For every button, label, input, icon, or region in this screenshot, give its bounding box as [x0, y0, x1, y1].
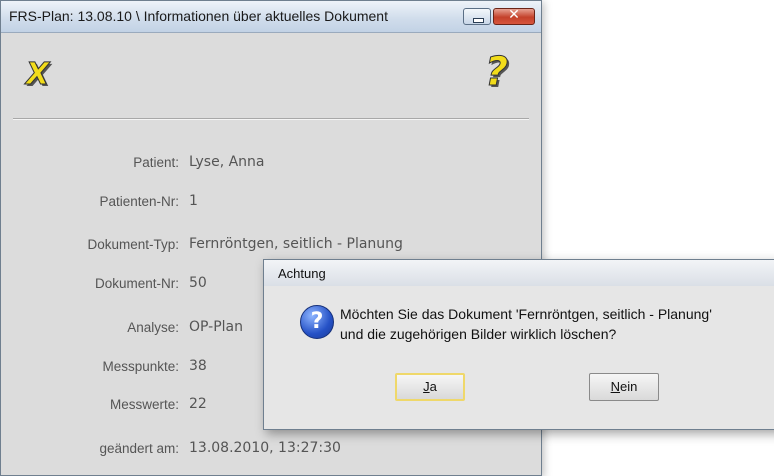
dokument-typ-value: Fernröntgen, seitlich - Planung — [189, 236, 403, 252]
analyse-value: OP-Plan — [189, 319, 243, 335]
dialog-message: Möchten Sie das Dokument 'Fernröntgen, s… — [340, 304, 774, 344]
dialog-title: Achtung — [278, 266, 326, 281]
close-icon: ✕ — [508, 7, 520, 23]
geaendert-value: 13.08.2010, 13:27:30 — [189, 440, 341, 456]
dialog-message-line2: und die zugehörigen Bilder wirklich lösc… — [340, 326, 617, 342]
dokument-nr-label: Dokument-Nr: — [94, 276, 179, 291]
close-x-icon[interactable]: X — [25, 57, 49, 93]
close-window-button[interactable]: ✕ — [493, 7, 535, 25]
no-mnemonic: N — [610, 379, 621, 394]
dialog-message-line1: Möchten Sie das Dokument 'Fernröntgen, s… — [340, 306, 712, 322]
dialog-title-bar[interactable]: Achtung — [264, 260, 774, 286]
title-bar[interactable]: FRS-Plan: 13.08.10 \ Informationen über … — [1, 1, 541, 33]
patient-nr-label: Patienten-Nr: — [99, 194, 179, 209]
patient-nr-value: 1 — [189, 193, 198, 209]
confirm-dialog: Achtung ? Möchten Sie das Dokument 'Fern… — [263, 259, 774, 430]
yes-label: a — [429, 379, 437, 394]
divider — [13, 118, 529, 120]
minimize-button[interactable] — [463, 8, 491, 25]
dokument-nr-value: 50 — [189, 275, 207, 291]
question-icon: ? — [300, 305, 334, 339]
minimize-icon — [473, 18, 484, 23]
no-button[interactable]: Nein — [589, 373, 659, 401]
no-label: ein — [620, 379, 638, 394]
messwerte-value: 22 — [189, 396, 207, 412]
messpunkte-label: Messpunkte: — [102, 359, 179, 374]
help-question-icon[interactable]: ? — [484, 49, 508, 96]
dokument-typ-label: Dokument-Typ: — [87, 237, 179, 252]
patient-label: Patient: — [133, 155, 179, 170]
analyse-label: Analyse: — [127, 320, 179, 335]
geaendert-label: geändert am: — [99, 441, 179, 456]
messpunkte-value: 38 — [189, 358, 207, 374]
messwerte-label: Messwerte: — [109, 397, 179, 412]
window-title: FRS-Plan: 13.08.10 \ Informationen über … — [9, 8, 388, 24]
yes-button[interactable]: Ja — [395, 373, 465, 401]
patient-value: Lyse, Anna — [189, 154, 265, 170]
